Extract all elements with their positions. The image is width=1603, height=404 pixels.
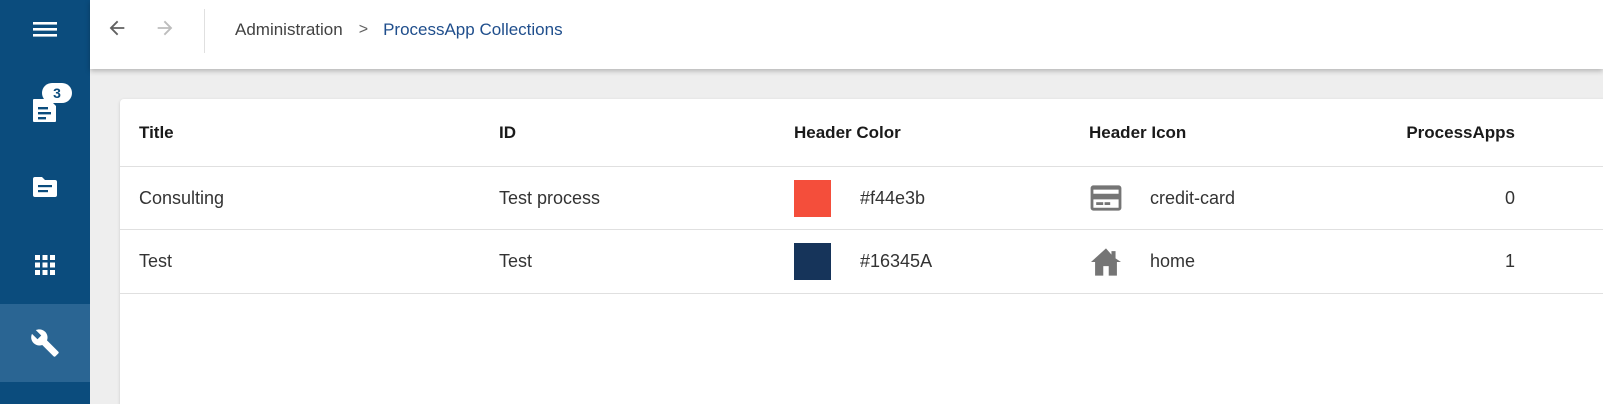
table-row[interactable]: Consulting Test process #f44e3b credit-c…	[120, 167, 1603, 230]
folder-icon	[32, 176, 58, 198]
sidebar: 3	[0, 0, 90, 404]
arrow-back-icon	[106, 17, 128, 44]
breadcrumb-separator: >	[358, 21, 369, 38]
arrow-forward-icon	[154, 17, 176, 44]
forward-button[interactable]	[148, 15, 182, 45]
tasks-count-badge: 3	[42, 83, 72, 103]
home-icon	[1089, 247, 1125, 277]
row-icon: credit-card	[1089, 167, 1235, 229]
row-processapps: 1	[1504, 251, 1515, 271]
column-header-icon[interactable]: Header Icon	[1089, 99, 1186, 166]
color-swatch	[794, 179, 831, 217]
column-header-processapps[interactable]: ProcessApps	[1406, 99, 1515, 166]
row-color: #f44e3b	[794, 167, 925, 229]
menu-button[interactable]	[0, 0, 90, 58]
color-swatch	[794, 243, 831, 280]
wrench-icon	[30, 328, 60, 358]
sidebar-item-apps[interactable]	[0, 226, 90, 304]
apps-grid-icon	[35, 255, 55, 275]
row-icon: home	[1089, 230, 1195, 293]
row-title: Consulting	[139, 187, 225, 208]
collections-table: Title ID Header Color Header Icon Proces…	[120, 99, 1603, 404]
icon-label: home	[1150, 251, 1196, 271]
icon-label: credit-card	[1150, 187, 1236, 208]
menu-icon	[32, 19, 58, 39]
row-id: Test	[499, 251, 533, 271]
column-header-id[interactable]: ID	[499, 99, 516, 166]
sidebar-item-administration[interactable]	[0, 304, 90, 382]
row-id: Test process	[499, 187, 601, 208]
column-header-color[interactable]: Header Color	[794, 99, 901, 166]
column-header-title[interactable]: Title	[139, 99, 174, 166]
nav-divider	[204, 9, 205, 53]
row-processapps: 0	[1504, 187, 1515, 208]
table-header-row: Title ID Header Color Header Icon Proces…	[120, 99, 1603, 167]
row-title: Test	[139, 251, 173, 271]
row-color: #16345A	[794, 230, 932, 293]
sidebar-item-tasks[interactable]	[0, 69, 90, 147]
table-row[interactable]: Test Test #16345A home 1	[120, 230, 1603, 294]
color-label: #f44e3b	[860, 187, 926, 208]
credit-card-icon	[1089, 184, 1125, 212]
breadcrumb: Administration > ProcessApp Collections	[235, 0, 563, 60]
breadcrumb-current: ProcessApp Collections	[383, 20, 563, 39]
top-bar: Administration > ProcessApp Collections	[90, 0, 1603, 69]
back-button[interactable]	[100, 15, 134, 45]
sidebar-item-documents[interactable]	[0, 148, 90, 226]
breadcrumb-administration[interactable]: Administration	[235, 20, 343, 40]
color-label: #16345A	[860, 251, 933, 271]
